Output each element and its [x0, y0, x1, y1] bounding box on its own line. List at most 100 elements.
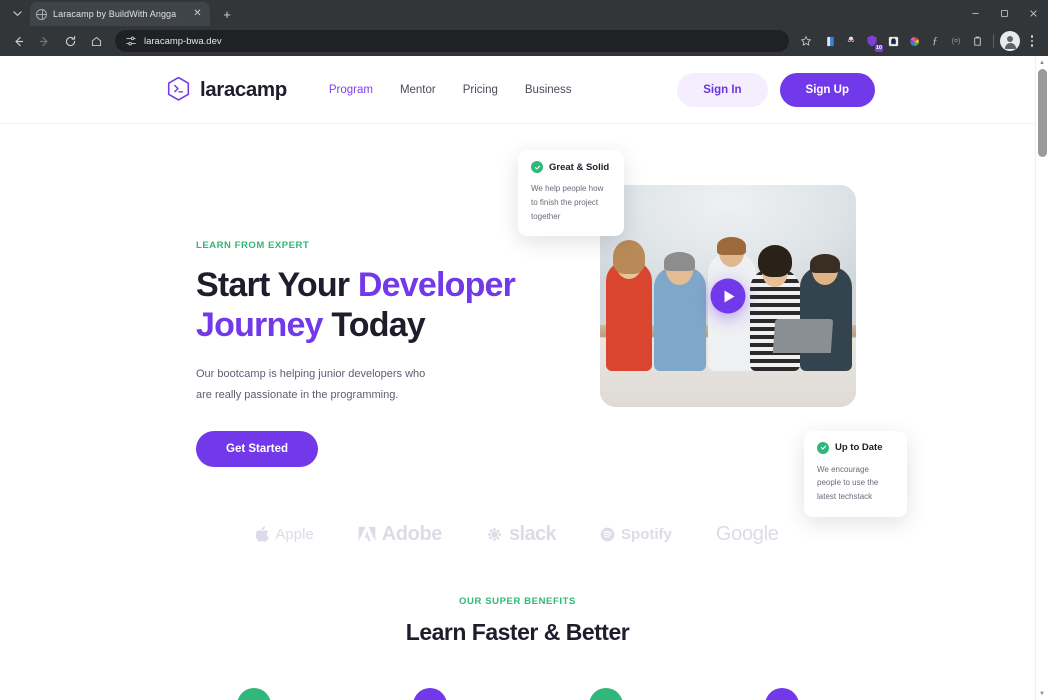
bookmark-button[interactable] — [796, 31, 816, 51]
page-settings-icon[interactable] — [125, 35, 137, 47]
tab-search-button[interactable] — [6, 2, 28, 24]
benefit-icon-2 — [412, 687, 447, 700]
benefits-title: Learn Faster & Better — [405, 618, 630, 645]
star-icon — [801, 36, 811, 46]
minimize-button[interactable] — [961, 0, 990, 26]
nav-item-mentor[interactable]: Mentor — [400, 84, 436, 96]
site-header: laracamp Program Mentor Pricing Business… — [0, 56, 1035, 124]
profile-avatar[interactable] — [1000, 31, 1020, 51]
scrollbar-thumb[interactable] — [1038, 69, 1047, 157]
privacy-badger-icon[interactable] — [841, 31, 861, 51]
brand-logo-apple: Apple — [256, 525, 314, 543]
ublock-origin-icon[interactable]: 10 — [862, 31, 883, 52]
caret-up-icon[interactable]: ▲ — [1036, 56, 1048, 69]
brand-logo-slack: slack — [486, 522, 557, 546]
feature-card-title: Up to Date — [835, 442, 883, 454]
maximize-icon — [1000, 9, 1009, 17]
new-tab-button[interactable]: + — [216, 3, 238, 25]
caret-down-icon[interactable]: ▼ — [1036, 687, 1048, 700]
hero-eyebrow: LEARN FROM EXPERT — [196, 240, 310, 251]
play-icon[interactable] — [710, 278, 746, 314]
check-circle-icon — [531, 161, 543, 173]
site-logo[interactable]: laracamp — [166, 76, 287, 104]
hero-headline: Start Your Developer Journey Today — [196, 265, 556, 346]
tab-title: Laracamp by BuildWith Angga — [53, 9, 177, 19]
nav-item-business[interactable]: Business — [525, 84, 572, 96]
headline-part-1: Start Your — [196, 266, 358, 304]
brand-logo-adobe: Adobe — [358, 523, 442, 546]
headline-part-2: Today — [322, 306, 425, 345]
sign-in-button[interactable]: Sign In — [677, 72, 768, 107]
nav-item-pricing[interactable]: Pricing — [463, 84, 498, 96]
team-collaboration-photo — [600, 185, 856, 407]
check-circle-icon — [817, 441, 829, 454]
brand-logo-label: Adobe — [381, 522, 443, 545]
apple-logo-icon — [256, 526, 270, 542]
hero-subtext: Our bootcamp is helping junior developer… — [196, 367, 426, 402]
toolbar-divider — [993, 34, 994, 48]
extension-icons: 10 ƒ (¤) — [820, 31, 987, 52]
reload-icon — [65, 35, 75, 46]
arrow-right-icon — [39, 36, 48, 46]
browser-toolbar: laracamp-bwa.dev 10 ƒ (¤) — [0, 26, 1048, 56]
home-icon — [91, 36, 101, 46]
feature-card-up-to-date: Up to Date We encourage people to use th… — [804, 430, 907, 517]
three-dots-icon[interactable] — [1022, 30, 1042, 52]
web-page: laracamp Program Mentor Pricing Business… — [0, 56, 1035, 700]
chevron-down-icon — [12, 10, 22, 16]
feature-card-text: We encourage people to use the latest te… — [817, 464, 879, 502]
benefit-icon-3 — [588, 687, 623, 700]
clipboard-icon[interactable] — [967, 31, 987, 51]
page-scrollbar[interactable]: ▲ ▼ — [1035, 56, 1048, 700]
close-icon[interactable]: ✕ — [191, 8, 204, 21]
brand-name: laracamp — [200, 77, 287, 101]
header-actions: Sign In Sign Up — [677, 72, 875, 107]
laracamp-hexagon-terminal-icon — [166, 76, 191, 104]
colorzilla-icon[interactable] — [904, 31, 924, 51]
globe-icon — [36, 8, 47, 20]
feature-card-great-and-solid: Great & Solid We help people how to fini… — [518, 150, 624, 237]
wappalyzer-icon[interactable]: (¤) — [946, 31, 966, 51]
back-button[interactable] — [6, 29, 30, 53]
benefits-eyebrow: OUR SUPER BENEFITS — [459, 595, 576, 607]
feature-card-title: Great & Solid — [549, 161, 610, 173]
minimize-icon — [972, 12, 979, 14]
sign-up-button[interactable]: Sign Up — [779, 72, 875, 107]
site-nav: Program Mentor Pricing Business — [329, 84, 572, 96]
browser-window: Laracamp by BuildWith Angga ✕ + laracamp… — [0, 0, 1048, 700]
reading-list-icon[interactable] — [820, 31, 840, 51]
benefits-section: OUR SUPER BENEFITS Learn Faster & Better — [0, 546, 1035, 700]
url-text: laracamp-bwa.dev — [144, 35, 222, 47]
adobe-logo-icon — [358, 526, 376, 542]
get-started-button[interactable]: Get Started — [196, 430, 318, 467]
nav-item-program[interactable]: Program — [329, 84, 373, 96]
page-viewport: laracamp Program Mentor Pricing Business… — [0, 56, 1048, 700]
close-window-button[interactable] — [1019, 0, 1048, 26]
hero-media: Great & Solid We help people how to fini… — [518, 150, 907, 517]
home-button[interactable] — [84, 29, 108, 53]
brand-logo-label: slack — [508, 522, 557, 545]
window-controls — [961, 0, 1048, 26]
arrow-left-icon — [14, 36, 23, 46]
benefit-icon-1 — [236, 687, 271, 700]
ghostery-icon[interactable] — [883, 31, 903, 51]
hero-section: LEARN FROM EXPERT Start Your Developer J… — [0, 124, 1035, 517]
fonts-ninja-icon[interactable]: ƒ — [925, 31, 945, 51]
brand-logo-spotify: Spotify — [600, 526, 672, 543]
spotify-logo-icon — [600, 527, 615, 542]
forward-button[interactable] — [32, 29, 56, 53]
benefit-icon-4 — [764, 687, 799, 700]
ublock-badge-count: 10 — [874, 45, 883, 52]
tab-strip: Laracamp by BuildWith Angga ✕ + — [0, 0, 1048, 26]
close-icon — [1030, 9, 1037, 17]
slack-logo-icon — [488, 527, 501, 541]
browser-tab[interactable]: Laracamp by BuildWith Angga ✕ — [30, 2, 210, 26]
address-bar[interactable]: laracamp-bwa.dev — [115, 30, 789, 52]
brand-logo-label: Apple — [275, 525, 314, 543]
maximize-button[interactable] — [990, 0, 1019, 26]
hero-copy: LEARN FROM EXPERT Start Your Developer J… — [196, 182, 556, 467]
reload-button[interactable] — [58, 29, 82, 53]
brand-logo-label: Spotify — [621, 525, 672, 543]
benefits-icon-row — [0, 687, 1035, 700]
feature-card-text: We help people how to finish the project… — [531, 184, 604, 221]
